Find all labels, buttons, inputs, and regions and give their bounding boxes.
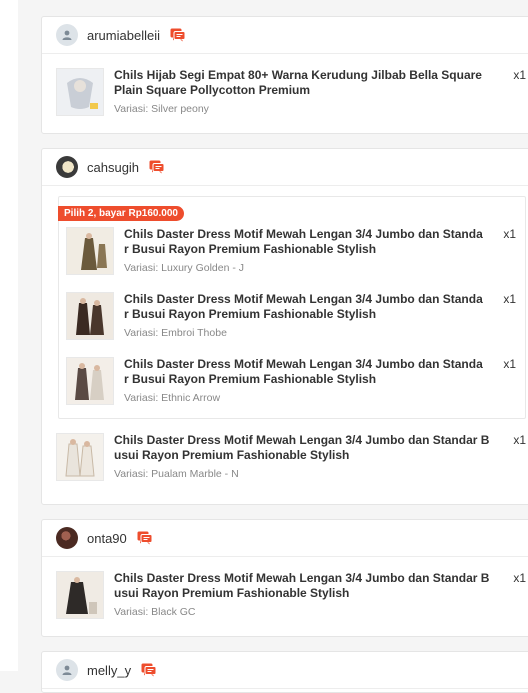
item-quantity: x1 [513, 433, 526, 447]
product-variant: Variasi: Luxury Golden - J [124, 262, 245, 274]
product-title[interactable]: Chils Daster Dress Motif Mewah Lengan 3/… [114, 433, 490, 463]
chat-icon[interactable] [141, 663, 157, 677]
chat-icon[interactable] [137, 531, 153, 545]
item-quantity: x1 [503, 292, 516, 306]
username[interactable]: onta90 [87, 531, 127, 546]
product-thumbnail[interactable] [56, 68, 104, 116]
product-thumbnail[interactable] [66, 292, 114, 340]
avatar[interactable] [56, 24, 78, 46]
product-title[interactable]: Chils Daster Dress Motif Mewah Lengan 3/… [124, 292, 486, 322]
item-quantity: x1 [503, 227, 516, 241]
product-title[interactable]: Chils Daster Dress Motif Mewah Lengan 3/… [124, 227, 486, 257]
order-list: arumiabelleii Chils Hijab Segi Empat 80+… [18, 0, 528, 693]
order-card: cahsugih Pilih 2, bayar Rp160.000 Chils … [41, 148, 528, 505]
order-card: arumiabelleii Chils Hijab Segi Empat 80+… [41, 16, 528, 134]
order-item[interactable]: Chils Hijab Segi Empat 80+ Warna Kerudun… [42, 68, 528, 118]
chat-icon[interactable] [149, 160, 165, 174]
product-variant: Variasi: Black GC [114, 606, 196, 618]
order-item[interactable]: Chils Daster Dress Motif Mewah Lengan 3/… [59, 292, 525, 342]
product-title[interactable]: Chils Hijab Segi Empat 80+ Warna Kerudun… [114, 68, 490, 98]
item-quantity: x1 [513, 68, 526, 82]
bundle-deal-group: Pilih 2, bayar Rp160.000 Chils Daster Dr… [58, 196, 526, 419]
chat-icon[interactable] [170, 28, 186, 42]
product-variant: Variasi: Embroi Thobe [124, 327, 227, 339]
product-variant: Variasi: Pualam Marble - N [114, 468, 239, 480]
user-icon [62, 665, 72, 675]
order-card-header: onta90 [42, 520, 528, 557]
order-item[interactable]: Chils Daster Dress Motif Mewah Lengan 3/… [42, 433, 528, 483]
item-quantity: x1 [513, 571, 526, 585]
user-icon [62, 30, 72, 40]
order-item[interactable]: Chils Daster Dress Motif Mewah Lengan 3/… [59, 227, 525, 277]
avatar[interactable] [56, 156, 78, 178]
item-quantity: x1 [503, 357, 516, 371]
product-variant: Variasi: Ethnic Arrow [124, 392, 221, 404]
bundle-deal-badge: Pilih 2, bayar Rp160.000 [58, 206, 184, 221]
product-variant: Variasi: Silver peony [114, 103, 209, 115]
left-rail [0, 0, 18, 671]
product-thumbnail[interactable] [56, 571, 104, 619]
username[interactable]: melly_y [87, 663, 131, 678]
order-item[interactable]: Chils Daster Dress Motif Mewah Lengan 3/… [59, 357, 525, 407]
username[interactable]: cahsugih [87, 160, 139, 175]
product-thumbnail[interactable] [66, 227, 114, 275]
order-card: melly_y [41, 651, 528, 693]
product-thumbnail[interactable] [56, 433, 104, 481]
avatar[interactable] [56, 659, 78, 681]
order-card-header: cahsugih [42, 149, 528, 186]
product-thumbnail[interactable] [66, 357, 114, 405]
product-title[interactable]: Chils Daster Dress Motif Mewah Lengan 3/… [124, 357, 486, 387]
order-card: onta90 Chils Daster Dress Motif Mewah Le… [41, 519, 528, 637]
product-title[interactable]: Chils Daster Dress Motif Mewah Lengan 3/… [114, 571, 490, 601]
order-item[interactable]: Chils Daster Dress Motif Mewah Lengan 3/… [42, 571, 528, 621]
username[interactable]: arumiabelleii [87, 28, 160, 43]
avatar[interactable] [56, 527, 78, 549]
order-card-header: arumiabelleii [42, 17, 528, 54]
